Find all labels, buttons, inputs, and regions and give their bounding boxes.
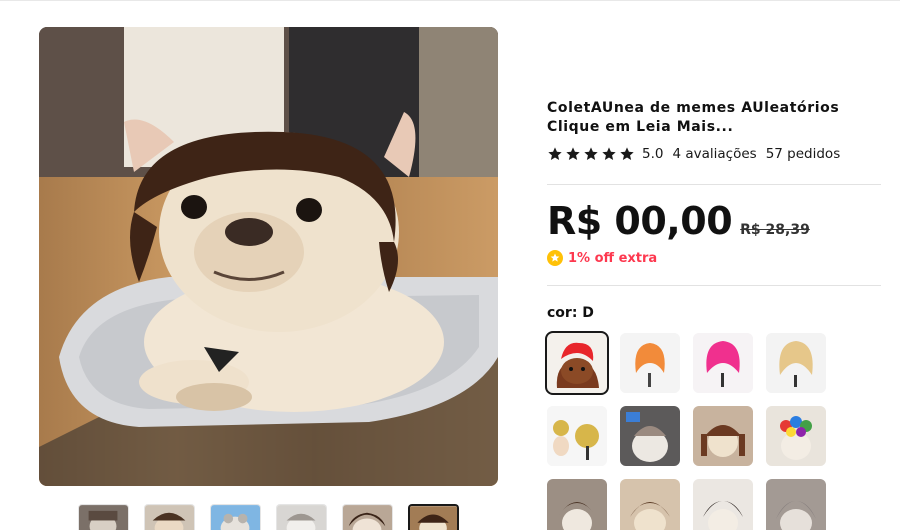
top-divider	[0, 0, 900, 1]
divider	[547, 184, 881, 185]
product-title: ColetAUnea de memes AUleatórios Clique e…	[547, 99, 867, 137]
main-product-image[interactable]	[39, 27, 498, 486]
thumbnail-5[interactable]	[342, 504, 393, 530]
current-price: R$ 00,00	[547, 199, 733, 243]
star-icon	[620, 147, 634, 160]
thumbnail-2[interactable]	[144, 504, 195, 530]
color-label: cor: D	[547, 305, 594, 321]
thumbnail-3[interactable]	[210, 504, 261, 530]
star-icon	[566, 147, 580, 160]
product-title-line-1: ColetAUnea de memes AUleatórios	[547, 100, 840, 116]
color-swatch-8[interactable]	[766, 406, 826, 466]
color-swatch-12[interactable]	[766, 479, 826, 530]
dog-with-wig-image	[39, 27, 498, 486]
color-swatch-6[interactable]	[620, 406, 680, 466]
color-swatch-7[interactable]	[693, 406, 753, 466]
thumbnail-4[interactable]	[276, 504, 327, 530]
reviews-link[interactable]: 4 avaliações	[672, 146, 756, 162]
rating-row: 5.0 4 avaliações 57 pedidos	[547, 146, 849, 162]
color-swatch-11[interactable]	[693, 479, 753, 530]
thumbnail-strip	[78, 504, 459, 530]
coin-icon	[547, 250, 563, 266]
thumbnail-6[interactable]	[408, 504, 459, 530]
color-swatch-9[interactable]	[547, 479, 607, 530]
color-swatch-5[interactable]	[547, 406, 607, 466]
orders-count: 57 pedidos	[765, 146, 841, 162]
rating-stars	[547, 146, 635, 162]
product-title-line-2[interactable]: Clique em Leia Mais...	[547, 118, 867, 137]
color-swatch-4[interactable]	[766, 333, 826, 393]
color-swatch-1[interactable]	[545, 331, 609, 395]
star-icon	[584, 147, 598, 160]
color-swatch-3[interactable]	[693, 333, 753, 393]
rating-value: 5.0	[642, 146, 664, 162]
star-icon	[602, 147, 616, 160]
thumbnail-1[interactable]	[78, 504, 129, 530]
color-swatch-grid	[545, 331, 826, 530]
star-icon	[548, 147, 562, 160]
promo-row: 1% off extra	[547, 250, 657, 266]
divider	[547, 285, 881, 286]
price-row: R$ 00,00 R$ 28,39	[547, 199, 810, 243]
color-swatch-2[interactable]	[620, 333, 680, 393]
color-swatch-10[interactable]	[620, 479, 680, 530]
promo-text: 1% off extra	[568, 250, 658, 266]
original-price: R$ 28,39	[740, 222, 810, 238]
